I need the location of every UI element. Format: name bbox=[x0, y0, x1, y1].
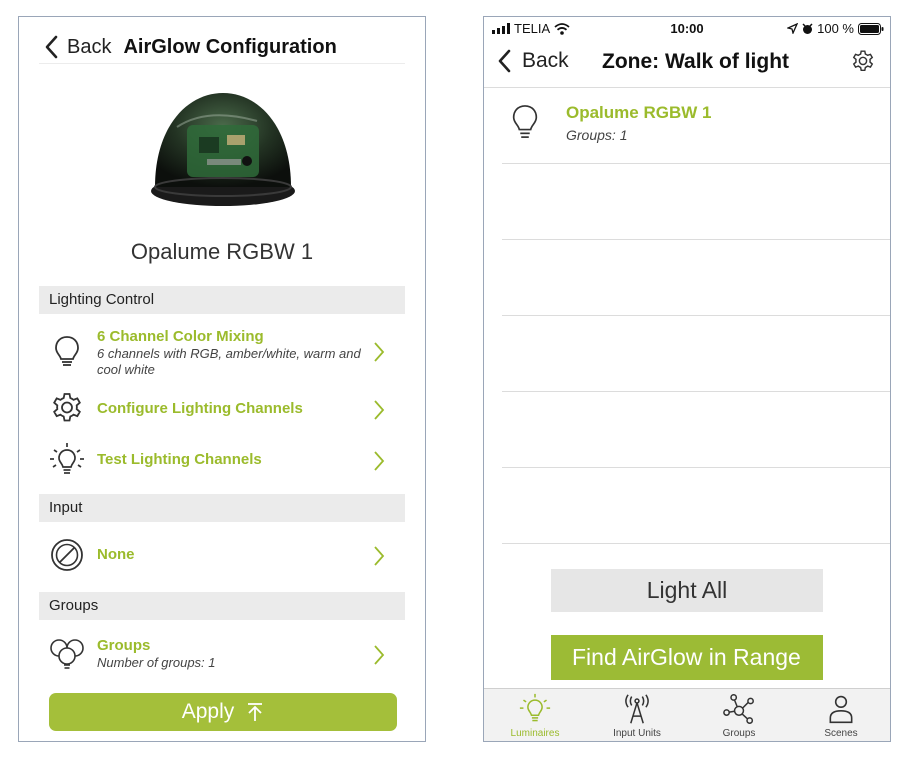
tab-label: Input Units bbox=[613, 728, 661, 739]
luminaire-icon bbox=[519, 693, 551, 722]
group-bulbs-icon bbox=[50, 639, 84, 669]
tab-label: Groups bbox=[722, 728, 756, 739]
row-title: None bbox=[97, 546, 135, 563]
tab-scenes[interactable]: Scenes bbox=[790, 691, 890, 739]
chevron-left-icon bbox=[498, 49, 511, 73]
empty-list-row bbox=[502, 163, 890, 240]
find-airglow-button[interactable]: Find AirGlow in Range bbox=[551, 635, 823, 680]
section-header-lighting-control: Lighting Control bbox=[39, 286, 405, 314]
row-title: Test Lighting Channels bbox=[97, 451, 262, 468]
apply-button[interactable]: Apply bbox=[49, 693, 397, 731]
apply-label: Apply bbox=[181, 700, 235, 723]
navigation-bar: Back Zone: Walk of light bbox=[494, 45, 878, 81]
location-arrow-icon bbox=[787, 23, 799, 34]
chevron-right-icon bbox=[374, 342, 385, 362]
divider bbox=[39, 63, 405, 64]
page-title: AirGlow Configuration bbox=[123, 35, 337, 58]
tab-groups[interactable]: Groups bbox=[688, 691, 790, 739]
antenna-icon bbox=[625, 694, 649, 724]
tab-label: Scenes bbox=[824, 728, 858, 739]
back-label: Back bbox=[522, 49, 569, 72]
page-title: Zone: Walk of light bbox=[602, 50, 790, 73]
light-all-button[interactable]: Light All bbox=[551, 569, 823, 612]
chevron-right-icon bbox=[374, 451, 385, 471]
airglow-configuration-screen: Back AirGlow Configuration Opalume RGBW … bbox=[18, 16, 426, 742]
upload-arrow-icon bbox=[248, 703, 263, 721]
back-label: Back bbox=[67, 35, 112, 58]
row-groups[interactable]: Groups Number of groups: 1 bbox=[39, 632, 405, 678]
luminaire-list-item[interactable]: Opalume RGBW 1 Groups: 1 bbox=[502, 87, 890, 164]
device-name: Opalume RGBW 1 bbox=[130, 239, 314, 264]
row-subtitle: Number of groups: 1 bbox=[97, 655, 216, 670]
tab-bar: Luminaires Input Units Groups Scenes bbox=[484, 688, 890, 741]
empty-list-row bbox=[502, 467, 890, 544]
section-header-groups: Groups bbox=[39, 592, 405, 620]
navigation-bar: Back AirGlow Configuration bbox=[41, 27, 405, 67]
device-image bbox=[151, 93, 295, 206]
row-color-mixing[interactable]: 6 Channel Color Mixing 6 channels with R… bbox=[39, 323, 405, 379]
row-title: 6 Channel Color Mixing bbox=[97, 328, 264, 345]
section-header-input: Input bbox=[39, 494, 405, 522]
chevron-left-icon bbox=[45, 35, 58, 59]
row-test-lighting-channels[interactable]: Test Lighting Channels bbox=[39, 440, 405, 480]
row-subtitle: 6 channels with RGB, amber/white, warm a… bbox=[97, 346, 361, 377]
empty-list-row bbox=[502, 315, 890, 392]
tab-label: Luminaires bbox=[510, 728, 560, 739]
person-icon bbox=[829, 695, 853, 724]
row-title: Groups bbox=[97, 637, 151, 654]
row-configure-lighting-channels[interactable]: Configure Lighting Channels bbox=[39, 389, 405, 429]
settings-gear-icon[interactable] bbox=[850, 49, 876, 75]
status-bar: TELIA 10:00 100 % bbox=[484, 17, 890, 39]
lightbulb-rays-icon bbox=[50, 443, 84, 474]
empty-list-row bbox=[502, 391, 890, 468]
zone-screen: TELIA 10:00 100 % Back Zone: Walk of lig… bbox=[483, 16, 891, 742]
alarm-icon bbox=[802, 22, 813, 34]
empty-list-row bbox=[502, 239, 890, 316]
tab-luminaires[interactable]: Luminaires bbox=[484, 691, 586, 739]
tab-input-units[interactable]: Input Units bbox=[586, 691, 688, 739]
gear-icon bbox=[53, 393, 81, 422]
chevron-right-icon bbox=[374, 400, 385, 420]
chevron-right-icon bbox=[374, 546, 385, 566]
back-button[interactable]: Back bbox=[41, 33, 111, 61]
battery-percent: 100 % bbox=[817, 21, 854, 36]
none-circle-icon bbox=[51, 539, 83, 571]
battery-icon bbox=[858, 22, 884, 35]
network-icon bbox=[723, 694, 754, 724]
lightbulb-icon bbox=[55, 336, 79, 366]
chevron-right-icon bbox=[374, 645, 385, 665]
row-title: Configure Lighting Channels bbox=[97, 400, 303, 417]
luminaire-groups: Groups: 1 bbox=[566, 127, 628, 143]
lightbulb-icon bbox=[512, 105, 538, 138]
row-input-none[interactable]: None bbox=[39, 535, 405, 575]
luminaire-name: Opalume RGBW 1 bbox=[566, 103, 712, 122]
back-button[interactable]: Back bbox=[494, 47, 569, 75]
